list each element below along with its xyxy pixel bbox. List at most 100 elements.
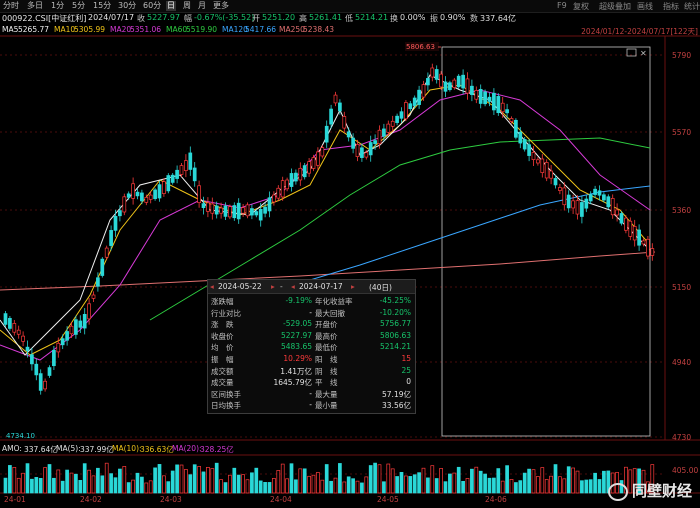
stat-value: 0 (406, 377, 411, 387)
close-icon[interactable]: ✕ (640, 49, 647, 58)
date-tick: 24-04 (270, 495, 292, 504)
range-start-date[interactable]: 2024-05-22 (218, 282, 262, 291)
volume-bar (100, 475, 105, 494)
candle (12, 323, 17, 333)
volume-bar (206, 467, 210, 494)
prev-end-arrow[interactable]: ◂ (291, 282, 295, 291)
volume-bar (417, 472, 421, 494)
volume-bar (492, 477, 496, 494)
volume-bar (426, 477, 430, 494)
candle (368, 142, 373, 156)
stat-value: 5756.77 (379, 319, 411, 329)
range-selection-box[interactable] (441, 46, 651, 437)
watermark: 同壁财经 (607, 480, 692, 501)
candle (43, 380, 47, 390)
range-stats-row: 成交量 1645.79亿平 线 0 (208, 377, 415, 387)
volume-bars (3, 462, 655, 494)
volume-bar (16, 477, 21, 494)
candle (527, 144, 531, 156)
volume-bar (184, 469, 188, 494)
volume-bar (109, 473, 113, 494)
range-end-date[interactable]: 2024-07-17 (299, 282, 343, 291)
range-stats-row: 日均换手 - 最小量 33.56亿 (208, 400, 415, 410)
volume-bar (355, 480, 360, 494)
candle (514, 119, 518, 138)
volume-bar (527, 468, 531, 494)
volume-bar (421, 467, 426, 494)
volume-bar (258, 480, 263, 494)
candle (619, 213, 624, 224)
volume-bar (245, 479, 250, 494)
stat-value: - (309, 388, 312, 398)
candle (483, 91, 487, 105)
amo-ma10-label: MA(10): (112, 444, 142, 453)
candle (113, 215, 118, 231)
stat-value: - (309, 400, 312, 410)
candle (69, 325, 74, 335)
stat-value: 5227.97 (280, 330, 312, 340)
volume-bar (65, 469, 69, 494)
next-start-arrow[interactable]: ▸ (271, 282, 275, 291)
stat-value: 33.56亿 (382, 401, 411, 411)
candle (82, 313, 87, 329)
candle (540, 158, 545, 173)
volume-bar (302, 468, 307, 494)
candle (382, 128, 386, 137)
candle (140, 192, 144, 202)
candle (30, 354, 34, 365)
stat-value: 15 (401, 354, 411, 363)
volume-bar (30, 478, 34, 494)
volume-bar (254, 467, 259, 494)
volume-bar (25, 463, 30, 494)
volume-bar (60, 480, 65, 494)
volume-bar (280, 463, 285, 494)
stat-label: 阳 线 (315, 355, 338, 364)
candle (338, 102, 342, 112)
stat-value: 10.29% (283, 354, 312, 363)
candle (553, 178, 558, 186)
volume-bar (465, 478, 470, 494)
amo-ma5-value: 337.99亿 (80, 445, 114, 454)
volume-bar (382, 481, 386, 494)
stat-value: 1.41万亿 (280, 366, 312, 376)
stat-label: 收盘价 (211, 331, 234, 341)
candle (439, 73, 443, 88)
candle (8, 318, 12, 329)
candle (351, 137, 355, 149)
candle (153, 189, 157, 200)
candle (135, 191, 140, 197)
candle (272, 194, 276, 203)
candle (509, 118, 514, 122)
candle (470, 85, 474, 95)
prev-start-arrow[interactable]: ◂ (210, 282, 214, 291)
volume-bar (461, 480, 465, 494)
candle (87, 303, 91, 320)
candle (632, 226, 637, 241)
volume-bar (346, 476, 351, 494)
volume-bar (21, 472, 25, 494)
candle (170, 174, 175, 183)
volume-bar (505, 465, 509, 494)
volume-bar (500, 480, 505, 494)
candle (104, 247, 109, 258)
candle (236, 202, 241, 220)
candle (56, 342, 61, 353)
candle (60, 338, 65, 346)
next-end-arrow[interactable]: ▸ (351, 282, 355, 291)
kline-chart[interactable]: 5790 5570 5360 5150 4940 4730 405.00 24-… (0, 0, 700, 508)
candle (650, 248, 655, 256)
stat-label: 涨跌幅 (211, 297, 234, 306)
volume-bar (43, 467, 47, 494)
price-tick: 5570 (672, 128, 691, 137)
volume-bar (3, 477, 8, 494)
candle (214, 205, 219, 215)
volume-bar (373, 462, 377, 494)
amo-ma10-value: 336.63亿 (140, 445, 174, 454)
range-stats-panel[interactable]: ◂ 2024-05-22 ▸ - ◂ 2024-07-17 ▸ (40日) 涨跌… (207, 279, 416, 414)
candle (386, 123, 391, 133)
volume-bar (192, 464, 197, 494)
candle (78, 320, 83, 328)
candle (615, 209, 619, 216)
candle (558, 187, 562, 191)
stat-label: 最大量 (315, 389, 338, 399)
